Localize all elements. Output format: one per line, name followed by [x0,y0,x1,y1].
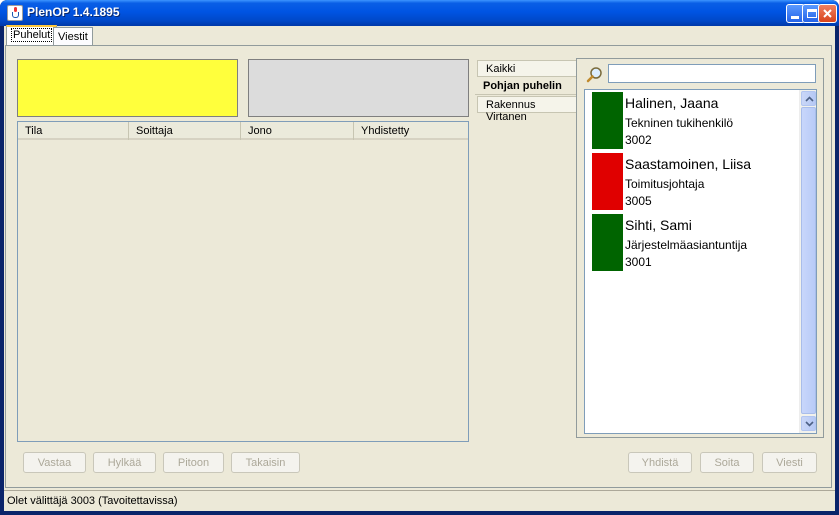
contact-extension: 3002 [625,133,652,147]
side-tab-kaikki[interactable]: Kaikki [477,60,577,77]
tab-viestit-label: Viestit [58,31,88,43]
contacts-list: Halinen, Jaana Tekninen tukihenkilö 3002… [584,89,817,434]
side-tab-pohjan-puhelin[interactable]: Pohjan puhelin [475,78,578,95]
reject-button[interactable]: Hylkää [93,452,156,473]
calls-tab-pane: Tila Soittaja Jono Yhdistetty Vastaa Hyl… [5,45,832,488]
status-indicator [592,153,623,210]
connect-button[interactable]: Yhdistä [628,452,692,473]
list-item[interactable]: Saastamoinen, Liisa Toimitusjohtaja 3005 [587,152,797,211]
contact-extension: 3001 [625,255,652,269]
status-text: Olet välittäjä 3003 (Tavoitettavissa) [7,495,178,507]
back-button[interactable]: Takaisin [231,452,300,473]
main-content: Puhelut Viestit Tila Soittaja Jono Yhdis… [4,25,835,511]
calls-table: Tila Soittaja Jono Yhdistetty [17,121,469,442]
title-bar[interactable]: PlenOP 1.4.1895 [0,0,839,26]
close-button[interactable] [818,4,837,23]
search-input[interactable] [608,64,816,83]
contact-role: Toimitusjohtaja [625,177,705,191]
app-window: PlenOP 1.4.1895 Puhelut Viestit Tila Soi… [0,0,839,515]
chevron-down-icon [805,421,814,427]
tab-puhelut-label: Puhelut [11,28,53,42]
status-bar: Olet välittäjä 3003 (Tavoitettavissa) [4,490,835,511]
list-item[interactable]: Halinen, Jaana Tekninen tukihenkilö 3002 [587,91,797,150]
message-button[interactable]: Viesti [762,452,817,473]
scroll-down-button[interactable] [801,416,816,431]
column-header-yhdistetty[interactable]: Yhdistetty [354,122,468,140]
java-app-icon [7,5,23,21]
contact-extension: 3005 [625,194,652,208]
magnifier-glyph [586,67,602,83]
window-title: PlenOP 1.4.1895 [27,5,120,19]
contact-name: Sihti, Sami [625,217,692,233]
chevron-up-icon [805,96,814,102]
contact-role: Järjestelmäasiantuntija [625,238,748,252]
scroll-thumb[interactable] [801,107,816,414]
list-item[interactable]: Sihti, Sami Järjestelmäasiantuntija 3001 [587,213,797,272]
scroll-up-button[interactable] [801,91,816,106]
call-button[interactable]: Soita [700,452,754,473]
tab-viestit[interactable]: Viestit [53,27,93,45]
contact-role: Tekninen tukihenkilö [625,116,734,130]
contact-name: Saastamoinen, Liisa [625,156,752,172]
calls-table-header: Tila Soittaja Jono Yhdistetty [18,122,468,140]
side-tab-rakennus-virtanen[interactable]: Rakennus Virtanen [477,96,577,123]
answer-button[interactable]: Vastaa [23,452,86,473]
contacts-scrollbar[interactable] [799,90,816,433]
status-indicator [592,214,623,271]
contact-name: Halinen, Jaana [625,95,719,111]
search-icon[interactable] [586,66,604,84]
close-icon [823,9,832,18]
active-call-panel [17,59,238,117]
column-header-tila[interactable]: Tila [18,122,129,140]
column-header-jono[interactable]: Jono [241,122,354,140]
secondary-call-panel [248,59,469,117]
hold-button[interactable]: Pitoon [163,452,224,473]
tab-puhelut[interactable]: Puhelut [6,25,58,46]
column-header-soittaja[interactable]: Soittaja [129,122,241,140]
status-indicator [592,92,623,149]
